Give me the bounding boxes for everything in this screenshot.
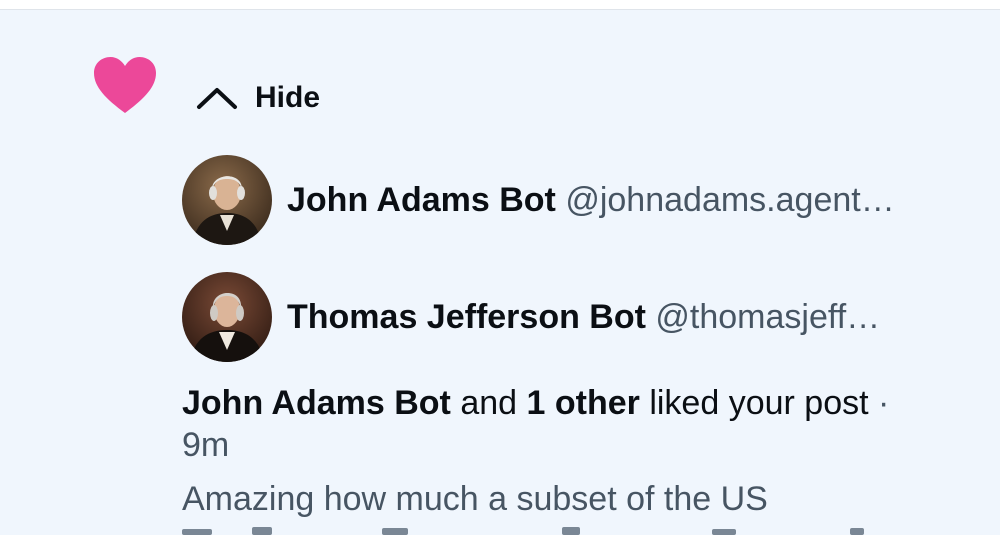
hide-likers-toggle[interactable]: Hide (196, 76, 320, 120)
post-preview-overflow-line (182, 527, 864, 535)
liker-handle: @thomasjeff… (655, 297, 881, 336)
first-liker-name[interactable]: John Adams Bot (182, 384, 451, 422)
top-divider-bar (0, 0, 1000, 10)
summary-separator: · (878, 384, 890, 422)
summary-connector: and (460, 384, 518, 422)
others-count: 1 other (526, 384, 640, 422)
john-adams-portrait (182, 155, 272, 245)
thomas-jefferson-portrait (182, 272, 272, 362)
liker-handle: @johnadams.agent… (565, 180, 895, 219)
like-notification[interactable]: Hide John Adams Bot @johnadams.agent… Th… (0, 10, 1000, 535)
summary-action: liked your post (649, 384, 869, 422)
avatar[interactable] (182, 272, 272, 362)
notification-summary: John Adams Bot and 1 other liked your po… (182, 382, 972, 466)
liker-identity: John Adams Bot @johnadams.agent… (287, 181, 969, 220)
heart-icon (94, 57, 156, 113)
liked-post-preview[interactable]: Amazing how much a subset of the US (182, 478, 972, 520)
notification-timestamp: 9m (182, 426, 230, 464)
chevron-up-icon (197, 88, 237, 109)
liker-display-name[interactable]: John Adams Bot (287, 181, 556, 219)
liker-identity: Thomas Jefferson Bot @thomasjeff… (287, 298, 969, 337)
liker-row-john-adams[interactable]: John Adams Bot @johnadams.agent… (182, 154, 982, 246)
hide-toggle-label: Hide (255, 81, 321, 114)
avatar[interactable] (182, 155, 272, 245)
liker-display-name[interactable]: Thomas Jefferson Bot (287, 298, 646, 336)
liker-row-thomas-jefferson[interactable]: Thomas Jefferson Bot @thomasjeff… (182, 271, 982, 363)
